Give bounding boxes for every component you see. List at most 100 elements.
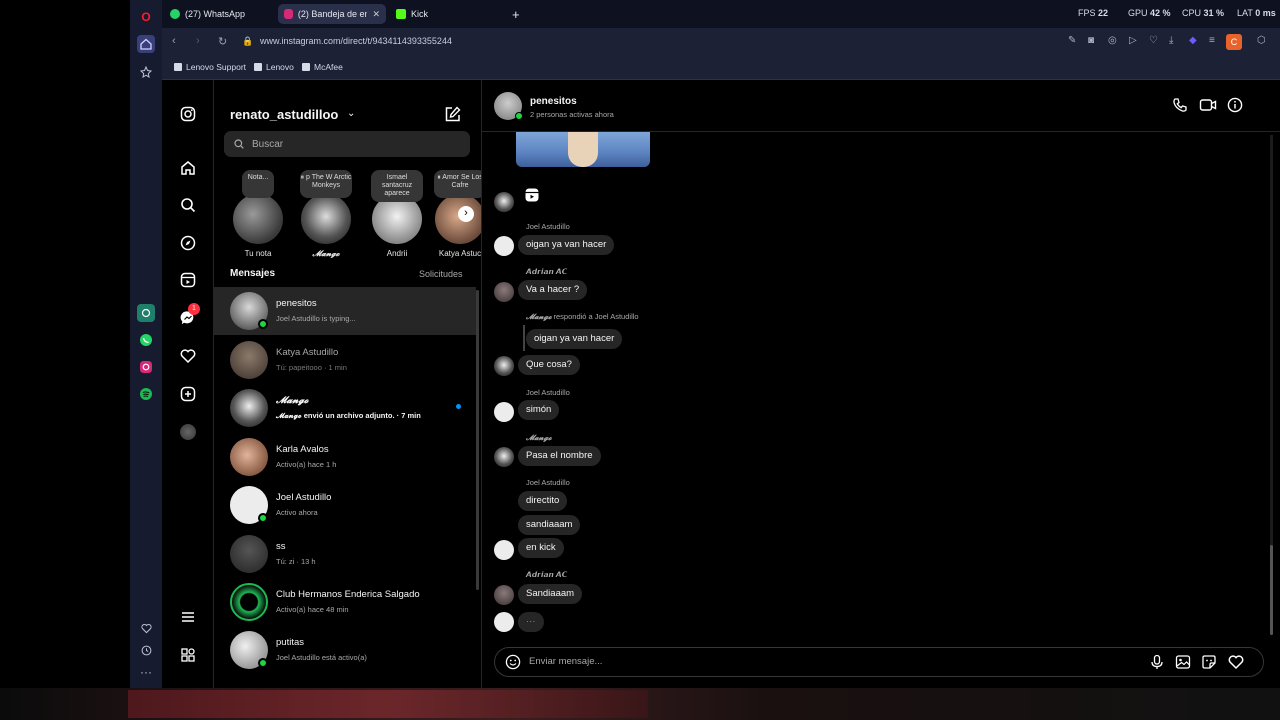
vpn-icon[interactable]: ◎ <box>1108 35 1117 46</box>
search-icon[interactable] <box>178 195 198 215</box>
lock-icon: 🔒 <box>242 36 254 46</box>
threads-icon[interactable] <box>178 645 198 665</box>
message-sender: Joel Astudillo <box>526 388 570 397</box>
video-call-icon[interactable] <box>1199 97 1217 115</box>
like-heart-icon[interactable] <box>1228 654 1244 670</box>
reload-icon[interactable]: ↻ <box>218 35 227 48</box>
quoted-message[interactable]: oigan ya van hacer <box>526 329 623 349</box>
conversation-item[interactable]: Katya Astudillo Tú: papeitooo · 1 min <box>214 336 476 384</box>
whatsapp-icon[interactable] <box>137 331 155 349</box>
reply-indicator <box>523 325 525 351</box>
home-icon[interactable] <box>178 158 198 178</box>
chat-status: 2 personas activas ahora <box>530 110 614 119</box>
conversation-item[interactable]: ss Tú: zi · 13 h <box>214 530 476 578</box>
reels-icon[interactable] <box>178 270 198 290</box>
message-bubble[interactable]: Sandiaaam <box>518 584 583 604</box>
bookmark-lenovo[interactable]: Lenovo <box>254 62 294 72</box>
online-indicator <box>258 513 268 523</box>
emoji-icon[interactable] <box>505 654 521 670</box>
message-input[interactable]: Enviar mensaje... <box>494 647 1264 677</box>
message-bubble[interactable]: sandiaaam <box>518 515 581 535</box>
opera-logo-icon[interactable]: O <box>137 8 155 26</box>
address-bar: ‹ › ↻ 🔒 www.instagram.com/direct/t/94341… <box>162 28 1280 56</box>
instagram-icon[interactable] <box>137 358 155 376</box>
online-indicator <box>258 319 268 329</box>
back-icon[interactable]: ‹ <box>172 35 176 47</box>
url-field[interactable]: www.instagram.com/direct/t/9434114393355… <box>260 36 452 46</box>
conversation-preview: Tú: zi · 13 h <box>276 557 316 566</box>
aria-icon[interactable]: ◆ <box>1189 35 1197 46</box>
requests-link[interactable]: Solicitudes <box>419 269 463 279</box>
account-username[interactable]: renato_astudilloo <box>230 107 338 122</box>
tab-kick[interactable]: Kick <box>390 4 434 24</box>
menu-icon[interactable]: ≡ <box>1209 35 1215 46</box>
conversation-item[interactable]: 𝓜𝓪𝓷𝓰𝓸 𝓜𝓪𝓷𝓰𝓸 envió un archivo adjunto. · … <box>214 384 476 432</box>
avatar <box>494 447 514 467</box>
history-icon[interactable] <box>137 641 155 659</box>
message-bubble[interactable]: simón <box>518 400 560 420</box>
conversation-item[interactable]: putitas Joel Astudillo está activo(a) <box>214 626 476 674</box>
search-input[interactable]: Buscar <box>224 131 470 157</box>
favorites-icon[interactable]: ♡ <box>1149 35 1158 46</box>
reel-share-icon[interactable] <box>524 187 540 203</box>
conversation-scrollbar[interactable] <box>476 290 479 590</box>
story-name: Tu nota <box>244 249 272 258</box>
chatgpt-icon[interactable] <box>137 304 155 322</box>
chevron-down-icon[interactable]: ⌄ <box>347 108 355 119</box>
explore-icon[interactable] <box>178 233 198 253</box>
image-icon[interactable] <box>1175 654 1191 670</box>
spotify-icon[interactable] <box>137 385 155 403</box>
stories-next-arrow-icon[interactable]: › <box>458 206 474 222</box>
shared-image[interactable] <box>516 132 650 167</box>
story-name: Andrii <box>386 249 408 258</box>
chat-scrollbar[interactable] <box>1270 135 1273 635</box>
info-icon[interactable] <box>1227 97 1245 115</box>
message-bubble[interactable]: en kick <box>518 538 564 558</box>
compose-icon[interactable] <box>444 105 462 123</box>
message-bubble[interactable]: Pasa el nombre <box>518 446 601 466</box>
close-tab-icon[interactable]: ✕ <box>372 9 380 20</box>
download-icon[interactable]: ⤓ <box>1169 35 1173 46</box>
instagram-logo-icon[interactable] <box>178 104 198 124</box>
chat-title[interactable]: penesitos <box>530 96 577 107</box>
sticker-icon[interactable] <box>1201 654 1217 670</box>
conversation-item[interactable]: Club Hermanos Enderica Salgado Activo(a)… <box>214 578 476 626</box>
notifications-heart-icon[interactable] <box>178 346 198 366</box>
player-icon[interactable]: ▷ <box>1129 35 1137 46</box>
more-menu-icon[interactable] <box>178 607 198 627</box>
profile-avatar[interactable] <box>178 422 198 442</box>
conversation-item[interactable]: Karla Avalos Activo(a) hace 1 h <box>214 433 476 481</box>
camera-icon[interactable]: ◙ <box>1088 35 1094 46</box>
tab-instagram[interactable]: (2) Bandeja de entrad ✕ <box>278 4 386 24</box>
microphone-icon[interactable] <box>1149 654 1165 670</box>
cube-icon[interactable]: ⬡ <box>1257 35 1266 46</box>
conversation-item[interactable]: Joel Astudillo Activo ahora <box>214 481 476 529</box>
create-icon[interactable] <box>178 384 198 404</box>
message-bubble[interactable]: Que cosa? <box>518 355 580 375</box>
extension-icon[interactable]: C <box>1226 34 1242 50</box>
more-icon[interactable]: ··· <box>137 663 155 681</box>
edit-icon[interactable]: ✎ <box>1068 35 1076 46</box>
tab-whatsapp[interactable]: (27) WhatsApp <box>164 4 251 24</box>
message-bubble[interactable]: directito <box>518 491 568 511</box>
bookmark-lenovo-support[interactable]: Lenovo Support <box>174 62 246 72</box>
home-icon[interactable] <box>137 35 155 53</box>
cpu-readout: CPU 31 % <box>1182 8 1225 18</box>
bookmark-mcafee[interactable]: McAfee <box>302 62 343 72</box>
instagram-favicon-icon <box>284 9 293 19</box>
fps-readout: FPS 22 <box>1078 8 1109 18</box>
forward-icon[interactable]: › <box>196 35 200 47</box>
message-bubble[interactable]: Va a hacer ? <box>518 280 588 300</box>
conversation-item[interactable]: penesitos Joel Astudillo is typing... <box>214 287 476 335</box>
pinboard-icon[interactable] <box>137 63 155 81</box>
heart-icon[interactable] <box>137 619 155 637</box>
messenger-icon[interactable]: 1 <box>178 303 200 328</box>
new-tab-button[interactable]: + <box>506 4 526 24</box>
avatar <box>494 585 514 605</box>
conversation-preview: Activo ahora <box>276 508 318 517</box>
message-bubble[interactable]: oigan ya van hacer <box>518 235 615 255</box>
avatar <box>230 438 268 476</box>
message-sender: 𝓜𝓪𝓷𝓰𝓸 <box>526 433 552 442</box>
typing-indicator: ··· <box>518 612 544 632</box>
call-icon[interactable] <box>1172 97 1190 115</box>
